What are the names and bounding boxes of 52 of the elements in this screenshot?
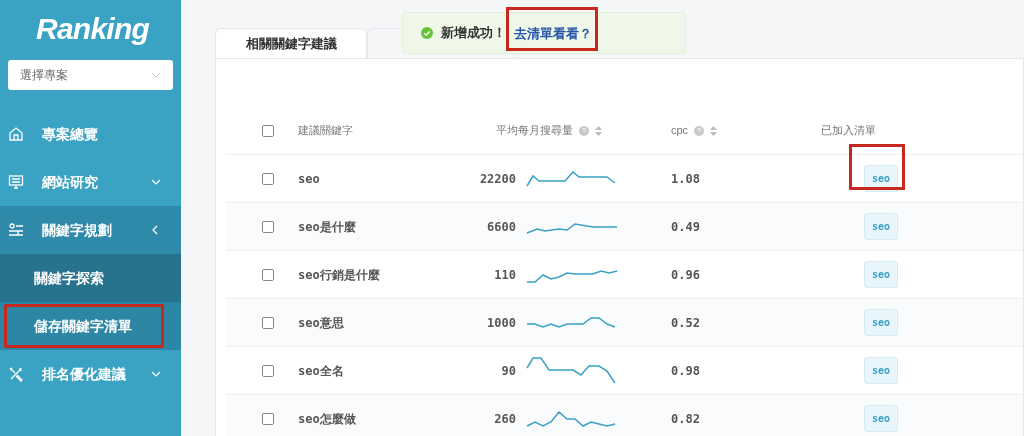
column-header: 平均每月搜尋量 — [496, 123, 573, 139]
cpc-cell-text: 0.49 — [671, 218, 701, 236]
list-link[interactable]: 去清單看看？ — [514, 26, 592, 41]
sidebar-item[interactable]: 專案總覽 — [0, 110, 181, 158]
tab[interactable]: 相關關鍵字建議 — [215, 28, 367, 58]
check-circle-icon — [421, 27, 433, 39]
cpc-cell-text: 0.52 — [671, 314, 701, 332]
chevron-down-icon — [151, 72, 161, 78]
keyword-cell-text: seo行銷是什麼 — [298, 266, 381, 284]
column-header: 已加入清單 — [821, 123, 876, 139]
logo: Ranking — [36, 10, 150, 47]
volume-cell-text: 260 — [493, 410, 516, 428]
checkbox[interactable] — [262, 124, 274, 137]
list-tag: seo — [863, 261, 899, 288]
checkbox[interactable] — [262, 172, 274, 185]
checkbox[interactable] — [262, 412, 274, 425]
keyword-cell-text: seo — [298, 170, 321, 188]
list-tag: seo — [863, 309, 899, 336]
key-list-icon — [8, 222, 24, 238]
sidebar-item[interactable]: 排名優化建議 — [0, 350, 181, 398]
cpc-cell-text: 0.82 — [671, 410, 701, 428]
list-tag: seo — [863, 213, 899, 240]
volume-cell-text: 1000 — [486, 314, 516, 332]
keyword-cell-text: seo意思 — [298, 314, 345, 332]
sidebar-item[interactable]: 關鍵字規劃 — [0, 206, 181, 254]
cpc-cell-text: 1.08 — [671, 170, 701, 188]
list-tag: seo — [863, 405, 899, 432]
keyword-cell-text: seo怎麼做 — [298, 410, 357, 428]
checkbox[interactable] — [262, 220, 274, 233]
project-select[interactable]: 選擇專案 — [8, 60, 173, 90]
checkbox[interactable] — [262, 316, 274, 329]
cpc-cell-text: 0.98 — [671, 362, 701, 380]
toast-message: 新增成功！ — [441, 24, 506, 43]
sidebar-item[interactable]: 網站研究 — [0, 158, 181, 206]
list-tag: seo — [863, 357, 899, 384]
sidebar-subitem[interactable]: 儲存關鍵字清單 — [0, 302, 181, 350]
cpc-cell-text: 0.96 — [671, 266, 701, 284]
checkbox[interactable] — [262, 268, 274, 281]
keyword-cell-text: seo全名 — [298, 362, 345, 380]
checkbox[interactable] — [262, 364, 274, 377]
select-placeholder: 選擇專案 — [20, 67, 68, 84]
volume-cell-text: 110 — [493, 266, 516, 284]
volume-cell-text: 22200 — [478, 170, 516, 188]
volume-cell-text: 90 — [500, 362, 516, 380]
sidebar-subitem[interactable]: 關鍵字探索 — [0, 254, 181, 302]
column-header: 建議關鍵字 — [298, 123, 353, 139]
monitor-icon — [8, 174, 24, 190]
column-header: cpc — [671, 123, 689, 139]
tools-icon — [8, 366, 24, 382]
keyword-cell-text: seo是什麼 — [298, 218, 357, 236]
volume-cell-text: 6600 — [486, 218, 516, 236]
home-icon — [8, 126, 24, 142]
